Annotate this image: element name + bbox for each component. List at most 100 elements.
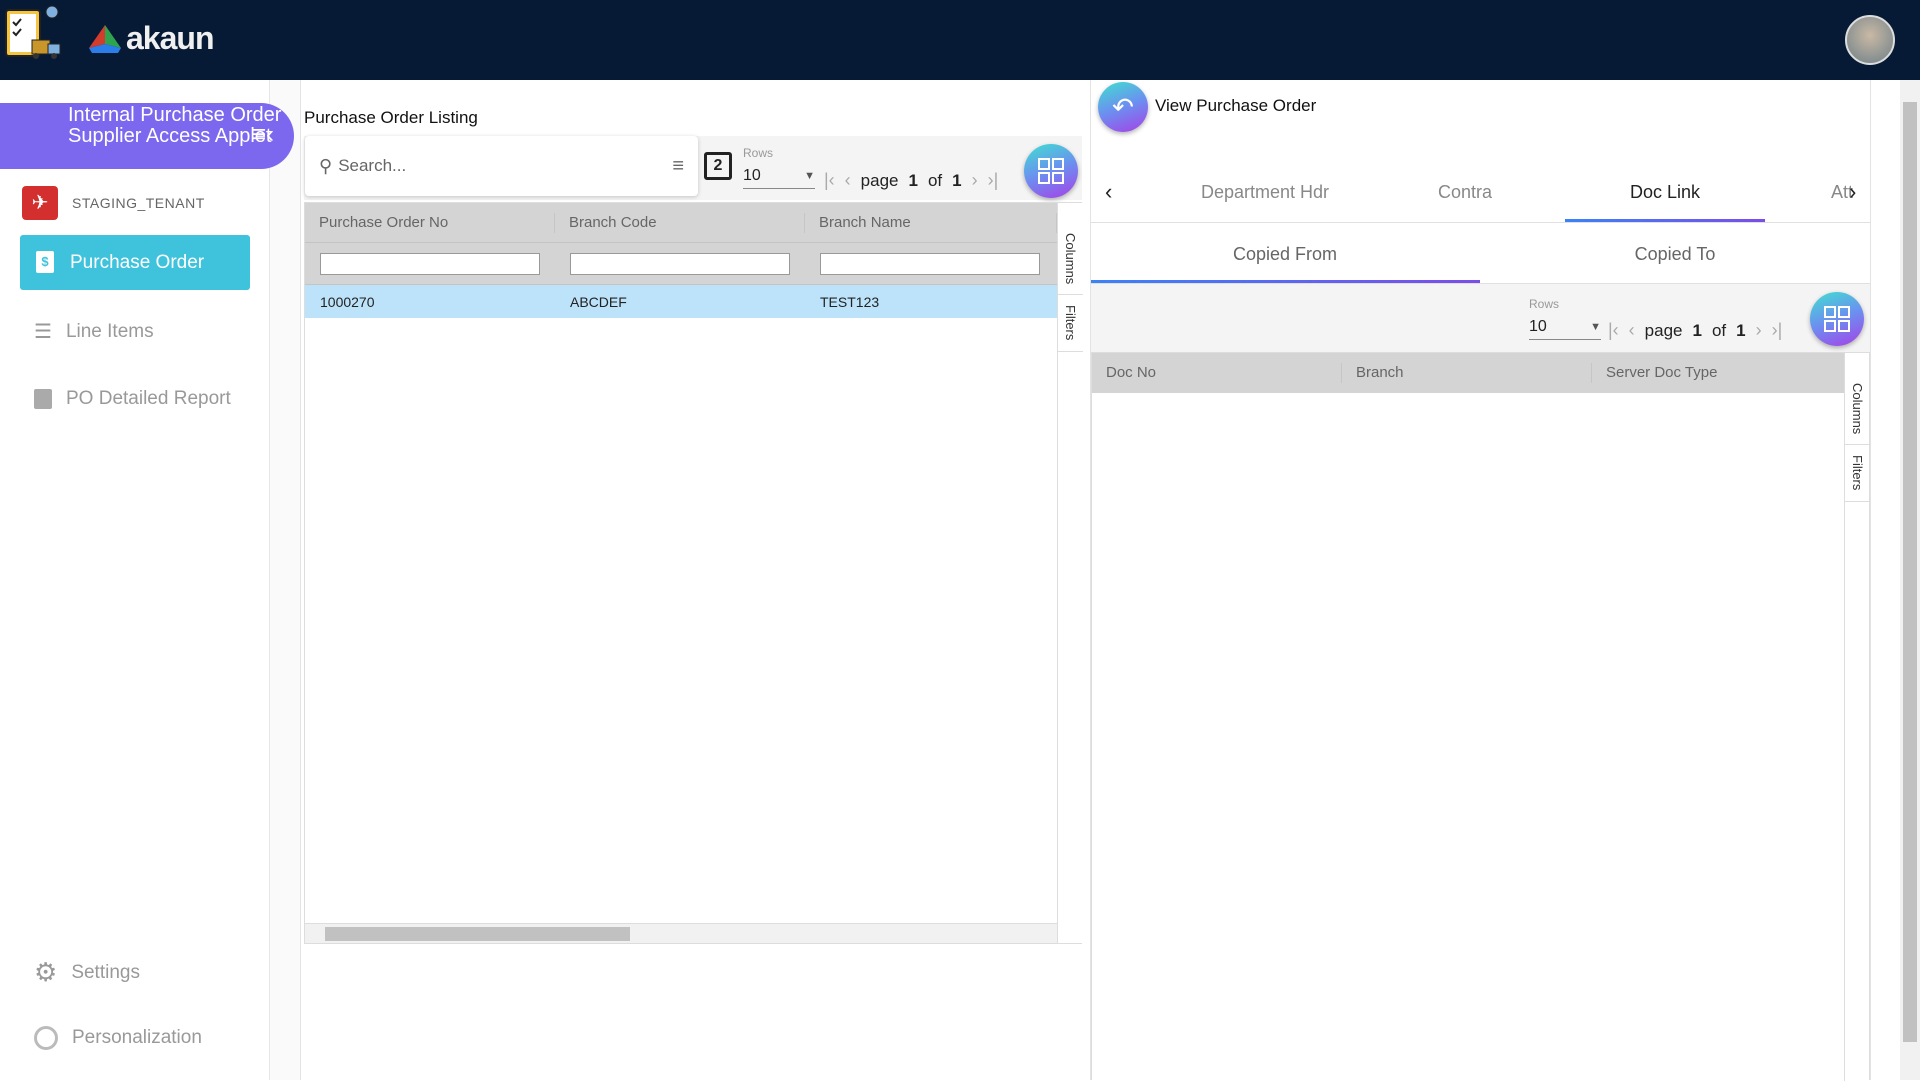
column-header-branch-name[interactable]: Branch Name bbox=[805, 212, 1057, 233]
tab-scroll-right-icon[interactable]: › bbox=[1849, 179, 1856, 205]
gear-icon: ⚙ bbox=[34, 957, 58, 987]
filter-row bbox=[305, 242, 1057, 284]
rows-select[interactable]: 10 ▼ bbox=[1529, 318, 1601, 340]
of-word: of bbox=[927, 170, 943, 190]
active-tab-indicator bbox=[1565, 219, 1765, 222]
first-page-icon[interactable]: |‹ bbox=[1608, 320, 1619, 341]
dropdown-arrow-icon: ▼ bbox=[804, 170, 815, 182]
next-page-icon[interactable]: › bbox=[972, 170, 978, 191]
tenant-icon: ✈ bbox=[22, 186, 58, 220]
subtab-copied-to[interactable]: Copied To bbox=[1635, 244, 1716, 265]
filter-icon[interactable]: ≡ bbox=[672, 155, 684, 178]
subtab-copied-from[interactable]: Copied From bbox=[1233, 244, 1337, 265]
prev-page-icon[interactable]: ‹ bbox=[845, 170, 851, 191]
active-subtab-indicator bbox=[1091, 280, 1480, 283]
rows-select[interactable]: 10 ▼ bbox=[743, 167, 815, 189]
grid-header: Doc No Branch Server Doc Type bbox=[1092, 353, 1844, 393]
back-button[interactable]: ↶ bbox=[1098, 82, 1148, 132]
search-icon: ⚲ bbox=[319, 155, 333, 176]
akaun-logo[interactable]: akaun bbox=[88, 20, 214, 57]
scroll-thumb[interactable] bbox=[325, 927, 630, 941]
filter-branch-code[interactable] bbox=[570, 252, 790, 275]
top-bar bbox=[0, 0, 1920, 80]
doclink-grid: Doc No Branch Server Doc Type Columns Fi… bbox=[1091, 352, 1870, 1081]
applet-banner: Internal Purchase Order Supplier Access … bbox=[0, 103, 294, 169]
subtab-bar: Copied From Copied To bbox=[1091, 224, 1870, 284]
view-title: View Purchase Order bbox=[1155, 96, 1317, 115]
page-number: 1 bbox=[908, 170, 918, 190]
cell-po-no: 1000270 bbox=[320, 293, 375, 310]
column-header-po-no[interactable]: Purchase Order No bbox=[305, 212, 555, 233]
tab-department-hdr[interactable]: Department Hdr bbox=[1201, 182, 1329, 203]
grid-menu-button[interactable] bbox=[1810, 292, 1864, 346]
doclink-toolbar bbox=[1091, 284, 1870, 352]
prev-page-icon[interactable]: ‹ bbox=[1629, 320, 1635, 341]
sidebar-settings[interactable]: ⚙ Settings bbox=[34, 957, 140, 988]
of-word: of bbox=[1711, 320, 1727, 340]
listing-title: Purchase Order Listing bbox=[304, 108, 478, 127]
clipboard-truck-icon bbox=[5, 5, 61, 59]
grid-icon bbox=[1038, 158, 1064, 184]
column-header-server-doc-type[interactable]: Server Doc Type bbox=[1592, 363, 1844, 383]
scroll-thumb[interactable] bbox=[1903, 102, 1917, 1042]
vertical-scrollbar[interactable] bbox=[1900, 80, 1920, 1080]
search-input[interactable]: Search... bbox=[338, 156, 666, 176]
logo-triangle-icon bbox=[89, 24, 121, 53]
person-icon bbox=[34, 1026, 58, 1050]
last-page-icon[interactable]: ›| bbox=[988, 170, 999, 191]
sidebar-item-purchase-order[interactable]: $ Purchase Order bbox=[20, 235, 250, 290]
sidebar bbox=[0, 80, 270, 1080]
tab-scroll-left-icon[interactable]: ‹ bbox=[1105, 179, 1112, 205]
document-dollar-icon: $ bbox=[36, 251, 54, 273]
last-page-icon[interactable]: ›| bbox=[1772, 320, 1783, 341]
rows-label: Rows bbox=[1529, 297, 1560, 311]
search-box[interactable]: ⚲ Search... ≡ bbox=[305, 136, 698, 196]
collapse-menu-icon[interactable]: ≡‹ bbox=[252, 121, 274, 149]
tab-doc-link[interactable]: Doc Link bbox=[1630, 182, 1700, 203]
back-arrow-icon: ↶ bbox=[1112, 91, 1134, 122]
filter-branch-name[interactable] bbox=[820, 252, 1040, 275]
columns-side-tab[interactable]: Columns bbox=[1845, 373, 1870, 446]
grid-menu-button[interactable] bbox=[1024, 144, 1078, 198]
grid-header: Purchase Order No Branch Code Branch Nam… bbox=[305, 203, 1057, 242]
pager: |‹ ‹ page 1 of 1 › ›| bbox=[824, 170, 998, 191]
sidebar-personalization[interactable]: Personalization bbox=[34, 1026, 202, 1050]
grid-icon bbox=[1824, 306, 1850, 332]
list-icon: ☰ bbox=[34, 321, 52, 343]
table-row[interactable]: 1000270 ABCDEF TEST123 bbox=[305, 284, 1057, 318]
sidebar-item-line-items[interactable]: ☰ Line Items bbox=[34, 319, 154, 344]
total-pages: 1 bbox=[1736, 320, 1746, 340]
cell-branch-name: TEST123 bbox=[820, 293, 880, 310]
horizontal-scrollbar[interactable] bbox=[305, 923, 1057, 943]
rows-value: 10 bbox=[743, 167, 761, 184]
rows-value: 10 bbox=[1529, 318, 1547, 335]
column-header-doc-no[interactable]: Doc No bbox=[1092, 363, 1342, 383]
page-word: page bbox=[860, 170, 899, 190]
pager: |‹ ‹ page 1 of 1 › ›| bbox=[1608, 320, 1782, 341]
first-page-icon[interactable]: |‹ bbox=[824, 170, 835, 191]
column-header-branch[interactable]: Branch bbox=[1342, 363, 1592, 383]
cell-branch-code: ABCDEF bbox=[570, 293, 627, 310]
sidebar-gutter bbox=[270, 80, 301, 1080]
dropdown-arrow-icon: ▼ bbox=[1590, 321, 1601, 333]
user-avatar[interactable] bbox=[1845, 15, 1895, 65]
filter-po-no[interactable] bbox=[320, 252, 540, 275]
filters-side-tab[interactable]: Filters bbox=[1058, 295, 1083, 352]
tenant-row[interactable]: ✈ STAGING_TENANT bbox=[22, 186, 205, 220]
po-grid: Purchase Order No Branch Code Branch Nam… bbox=[304, 202, 1083, 944]
copies-icon[interactable]: 2 bbox=[704, 152, 732, 180]
page-word: page bbox=[1644, 320, 1683, 340]
columns-side-tab[interactable]: Columns bbox=[1058, 223, 1083, 296]
column-header-branch-code[interactable]: Branch Code bbox=[555, 212, 805, 233]
total-pages: 1 bbox=[952, 170, 962, 190]
filters-side-tab[interactable]: Filters bbox=[1845, 445, 1870, 502]
applet-title: Internal Purchase Order Supplier Access … bbox=[68, 104, 282, 147]
tab-contra[interactable]: Contra bbox=[1438, 182, 1492, 203]
report-icon bbox=[34, 389, 52, 409]
rows-label: Rows bbox=[743, 146, 774, 160]
page-number: 1 bbox=[1692, 320, 1702, 340]
next-page-icon[interactable]: › bbox=[1756, 320, 1762, 341]
sidebar-item-po-detailed-report[interactable]: PO Detailed Report bbox=[34, 388, 231, 410]
grid-side-panel: Columns Filters bbox=[1844, 353, 1870, 1081]
tab-bar: ‹ Department Hdr Contra Doc Link Att › bbox=[1091, 163, 1870, 223]
